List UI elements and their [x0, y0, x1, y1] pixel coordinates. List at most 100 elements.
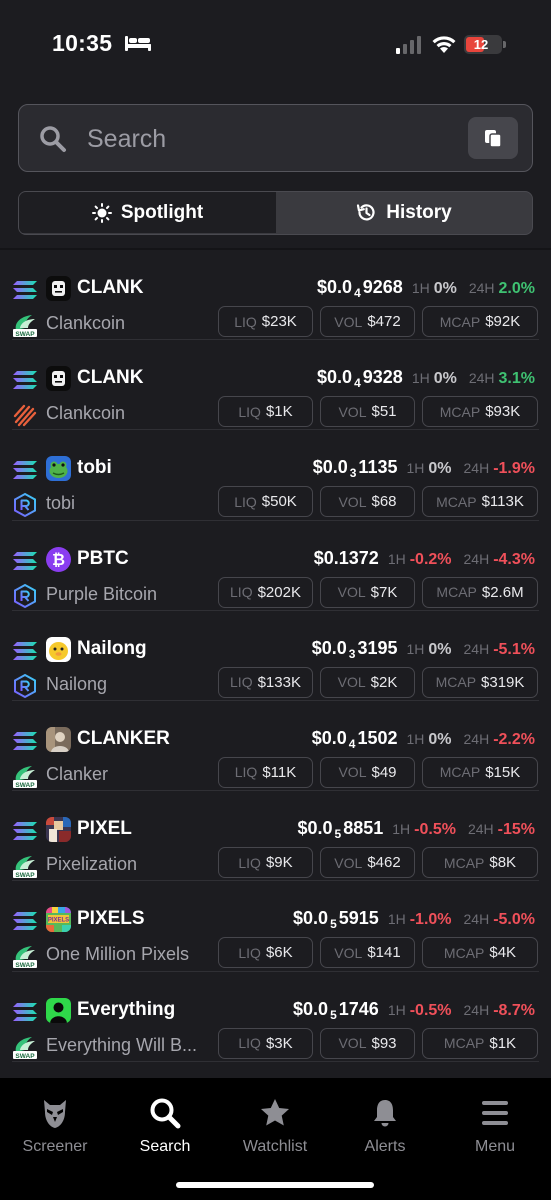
token-price: $0.0 3 3195 [312, 638, 398, 661]
change-1h-label: 1H [406, 640, 425, 657]
tab-history[interactable]: History [276, 192, 532, 233]
solana-icon [12, 280, 38, 300]
raydium-icon [12, 583, 38, 609]
change-24h-value: -15% [497, 821, 535, 839]
price-zero-count: 5 [334, 827, 342, 842]
token-row[interactable]: ₿ PBTC Purple Bitcoin $0.1372 1H -0.2% 24H -4.3… [0, 521, 551, 611]
volume-pill-value: $472 [367, 313, 401, 330]
price-main: $0.1372 [313, 547, 379, 568]
tab-screener-label: Screener [22, 1138, 88, 1155]
token-row[interactable]: Nailong Nailong $0.0 3 3195 1H 0% 24H -5.1% LIQ $1… [0, 611, 551, 701]
market-cap-pill-value: $113K [481, 493, 524, 511]
volume-pill-value: $49 [371, 763, 397, 781]
price-line: $0.0 3 1135 1H 0% 24H -1.9% [313, 457, 535, 480]
token-symbol: PIXEL [77, 818, 132, 840]
tab-spotlight[interactable]: Spotlight [19, 192, 276, 233]
liquidity-pill: LIQ $23K [218, 306, 313, 337]
price-line: $0.0 5 1746 1H -0.5% 24H -8.7% [293, 999, 535, 1022]
tab-menu[interactable]: Menu [440, 1096, 550, 1156]
change-1h-label: 1H [406, 730, 425, 747]
robot-icon [46, 276, 71, 301]
token-row[interactable]: SWAP CLANKER Clanker $0.0 4 1502 1H 0% 24H -2.2% L… [0, 701, 551, 792]
change-24h-value: -1.9% [493, 460, 535, 478]
change-1h-label: 1H [392, 821, 411, 838]
tab-alerts[interactable]: Alerts [330, 1096, 440, 1156]
volume-pill-label: VOL [338, 1035, 367, 1051]
price-digits: 3195 [357, 637, 398, 658]
token-price: $0.0 4 1502 [312, 728, 398, 751]
liquidity-pill-value: $3K [265, 1034, 293, 1052]
liquidity-pill-value: $1K [265, 403, 293, 421]
tab-screener[interactable]: Screener [0, 1096, 110, 1156]
price-line: $0.0 4 9328 1H 0% 24H 3.1% [317, 367, 535, 390]
svg-text:SWAP: SWAP [15, 782, 35, 789]
search-input[interactable] [87, 119, 457, 159]
market-cap-pill-value: $8K [489, 854, 517, 872]
volume-pill-label: VOL [337, 584, 366, 601]
volume-pill: VOL $93 [320, 1027, 415, 1059]
tab-history-label: History [386, 201, 452, 223]
token-name: Clankcoin [46, 313, 126, 333]
swap-icon: SWAP [12, 312, 38, 338]
token-row[interactable]: SWAP Everything Everything Will B... $0.0 5 1… [0, 972, 551, 1062]
volume-pill-label: VOL [337, 674, 366, 691]
svg-text:SWAP: SWAP [15, 962, 35, 969]
market-cap-pill-label: MCAP [443, 1035, 485, 1051]
market-cap-pill-value: $319K [481, 673, 525, 691]
token-row[interactable]: tobi tobi $0.0 3 1135 1H 0% 24H -1.9% LIQ $50K VOL $… [0, 430, 551, 521]
hamburger-menu-icon [482, 1101, 508, 1125]
liquidity-pill-label: LIQ [230, 584, 253, 601]
token-row[interactable]: SWAP CLANK Clankcoin $0.0 4 9268 1H 0% 24H 2.0% LI… [0, 250, 551, 341]
spotlight-history-toggle: Spotlight History [18, 191, 533, 235]
swap-icon: SWAP [12, 853, 38, 879]
change-1h-label: 1H [411, 370, 430, 387]
market-cap-pill: MCAP $1K [422, 1027, 538, 1059]
market-cap-pill: MCAP $93K [422, 396, 538, 428]
token-price: $0.0 4 9268 [317, 277, 403, 300]
raydium-icon [12, 673, 38, 699]
price-digits: 1502 [357, 727, 398, 748]
search-bar[interactable] [18, 104, 533, 172]
change-1h-value: -0.5% [409, 1001, 452, 1019]
clipboard-icon [485, 130, 502, 148]
tab-watchlist[interactable]: Watchlist [220, 1096, 330, 1156]
paste-button[interactable] [468, 117, 518, 159]
change-24h-value: -2.2% [493, 730, 535, 748]
market-cap-pill-value: $2.6M [481, 583, 524, 601]
change-1h-value: -0.5% [414, 821, 456, 839]
change-1h-label: 1H [406, 460, 425, 477]
svg-text:₿: ₿ [52, 550, 65, 569]
volume-pill-label: VOL [338, 403, 367, 420]
bitcoin-icon: ₿ [46, 546, 71, 572]
change-1h-value: 0% [428, 640, 452, 658]
price-main: $0.0 [297, 818, 333, 839]
token-row[interactable]: CLANK Clankcoin $0.0 4 9328 1H 0% 24H 3.1% LIQ $1K… [0, 340, 551, 431]
change-1h-label: 1H [387, 550, 406, 567]
svg-text:SWAP: SWAP [15, 1053, 35, 1060]
tab-watchlist-label: Watchlist [242, 1138, 308, 1155]
solana-icon [12, 911, 38, 931]
price-zero-count: 3 [348, 646, 356, 661]
liquidity-pill-value: $133K [257, 673, 301, 691]
market-cap-pill-label: MCAP [439, 403, 481, 420]
owl-icon [44, 1100, 66, 1128]
liquidity-pill: LIQ $50K [218, 486, 313, 518]
change-24h-label: 24H [463, 640, 490, 657]
token-symbol: PBTC [77, 547, 129, 569]
liquidity-pill: LIQ $1K [218, 396, 313, 428]
tab-search[interactable]: Search [110, 1096, 220, 1156]
token-symbol: CLANKER [77, 727, 170, 749]
liquidity-pill-value: $9K [265, 854, 293, 872]
home-indicator [176, 1182, 374, 1188]
token-row[interactable]: SWAP PIXELS PIXELS One Million Pixels $0.0 5 5… [0, 881, 551, 972]
liquidity-pill: LIQ $9K [218, 847, 313, 879]
market-cap-pill-value: $93K [485, 403, 521, 421]
solana-icon [12, 731, 38, 751]
price-zero-count: 3 [349, 466, 357, 481]
token-row[interactable]: SWAP PIXEL Pixelization $0.0 5 8851 1H -0.5% 24H… [0, 791, 551, 882]
volume-pill: VOL $462 [320, 847, 415, 879]
market-cap-pill-value: $1K [489, 1034, 517, 1052]
swap-icon: SWAP [12, 943, 38, 969]
liquidity-pill-label: LIQ [238, 1035, 261, 1051]
wifi-icon [432, 36, 456, 53]
